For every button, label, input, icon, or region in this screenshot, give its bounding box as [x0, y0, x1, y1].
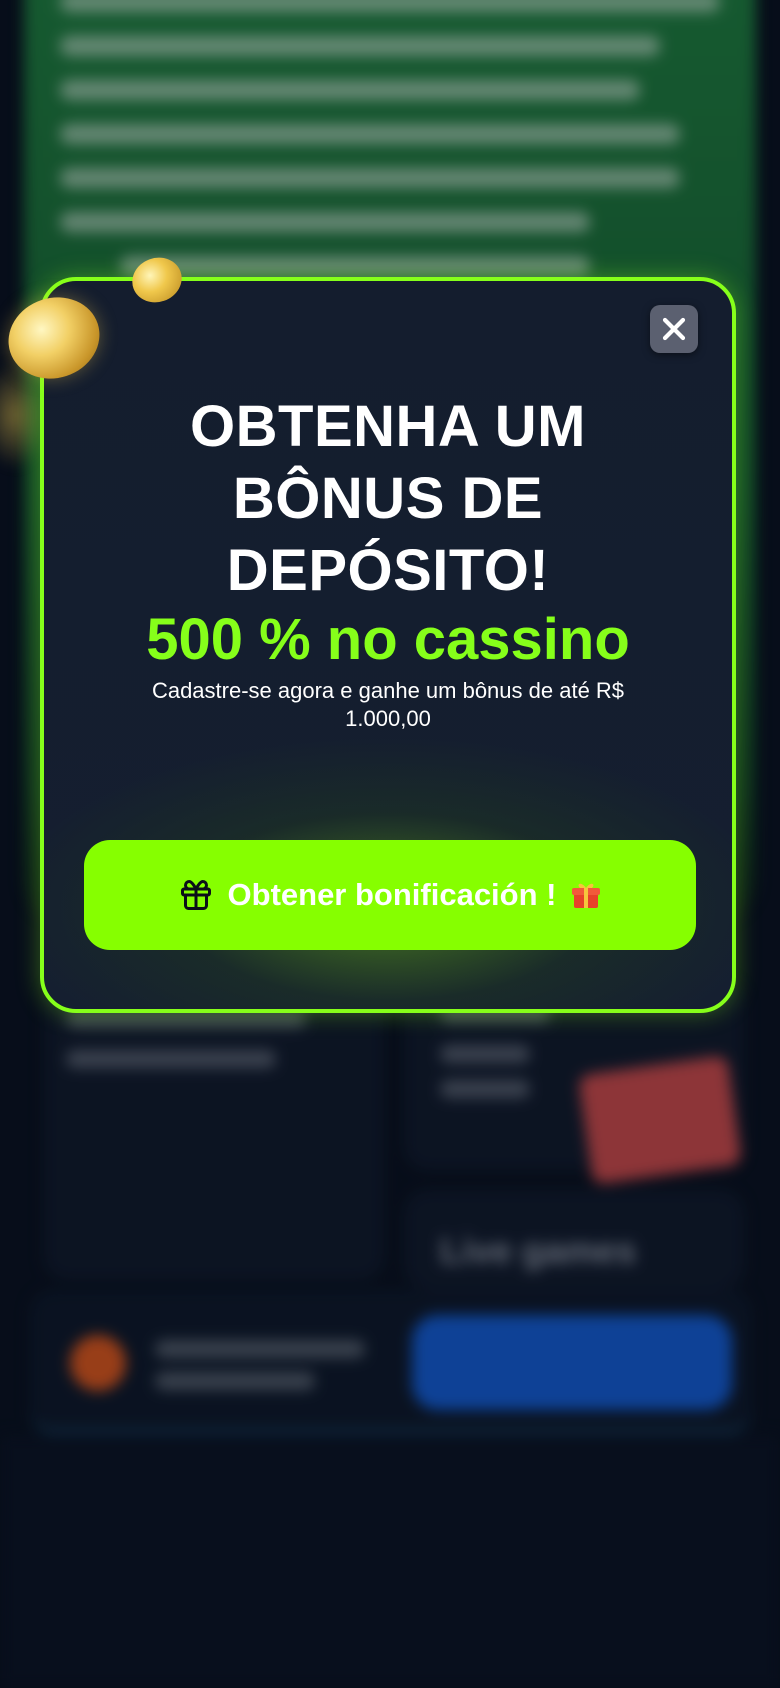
- modal-title: OBTENHA UM BÔNUS DE DEPÓSITO!: [44, 391, 732, 607]
- gift-emoji-icon: [572, 883, 601, 908]
- close-icon: [662, 317, 686, 341]
- gift-icon: [180, 880, 211, 910]
- bonus-percentage-text: 500 % no cassino: [146, 607, 630, 672]
- get-bonus-button-label: Obtener bonificación !: [227, 877, 557, 912]
- deposit-bonus-modal: OBTENHA UM BÔNUS DE DEPÓSITO! 500 % no c…: [40, 277, 736, 1013]
- close-button[interactable]: [650, 305, 698, 353]
- modal-title-line-2: BÔNUS DE: [232, 466, 544, 531]
- get-bonus-button[interactable]: Obtener bonificación !: [84, 840, 696, 950]
- page: Live games OBTENHA UM BÔNUS DE DEPÓSITO!…: [0, 0, 780, 1688]
- modal-title-line-1: OBTENHA UM: [190, 394, 586, 459]
- modal-title-line-3: DEPÓSITO!: [226, 538, 550, 603]
- bonus-description: Cadastre-se agora e ganhe um bônus de at…: [151, 678, 625, 731]
